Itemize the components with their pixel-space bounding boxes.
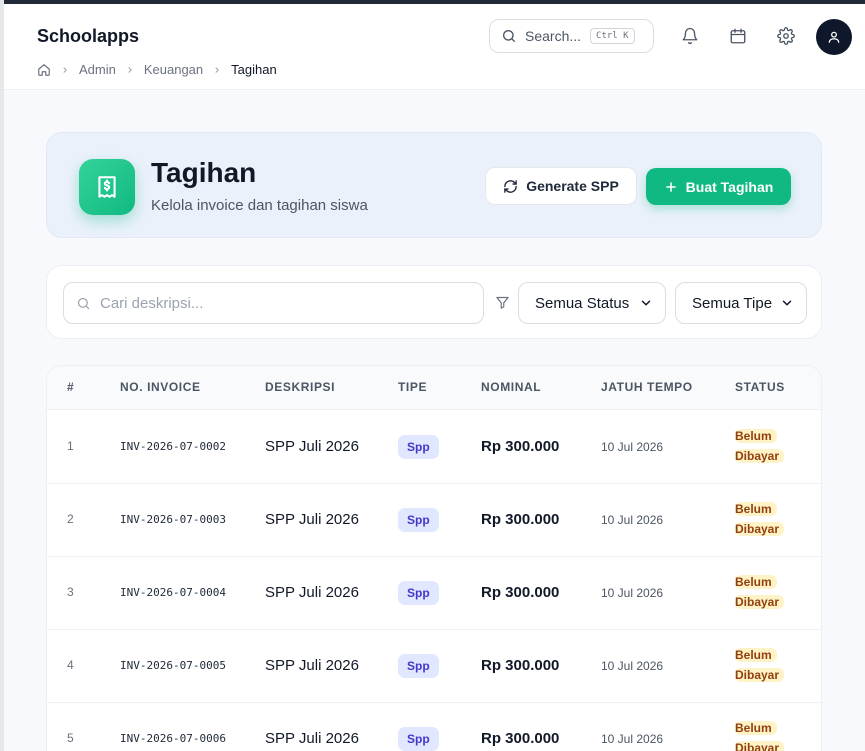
type-filter-select[interactable]: Semua Tipe xyxy=(675,282,807,324)
type-badge: Spp xyxy=(398,508,439,532)
column-header: STATUS xyxy=(735,380,785,394)
table-header: # NO. INVOICE DESKRIPSI TIPE NOMINAL JAT… xyxy=(47,366,821,410)
table-row[interactable]: 2 INV-2026-07-0003 SPP Juli 2026 Spp Rp … xyxy=(47,484,821,557)
search-label: Search... xyxy=(525,28,582,44)
breadcrumb-item-tagihan: Tagihan xyxy=(231,62,277,77)
invoice-icon xyxy=(79,159,135,215)
plus-icon xyxy=(664,180,678,194)
status-badge: Belum Dibayar xyxy=(735,572,805,612)
page-subtitle: Kelola invoice dan tagihan siswa xyxy=(151,197,368,214)
row-number: 4 xyxy=(67,658,74,672)
invoice-amount: Rp 300.000 xyxy=(481,730,560,747)
generate-spp-label: Generate SPP xyxy=(526,178,619,194)
status-badge: Belum Dibayar xyxy=(735,718,805,751)
top-header: Schoolapps Admin Keuangan Tagihan Search… xyxy=(4,4,865,90)
description-search-input[interactable] xyxy=(100,294,460,312)
chevron-right-icon xyxy=(125,65,135,75)
invoice-number: INV-2026-07-0002 xyxy=(120,440,226,453)
page-header-card: Tagihan Kelola invoice dan tagihan siswa… xyxy=(46,132,822,238)
status-badge: Belum Dibayar xyxy=(735,499,805,539)
chevron-down-icon xyxy=(780,296,794,310)
refresh-icon xyxy=(503,179,518,194)
window-left-border xyxy=(0,0,4,751)
table-row[interactable]: 1 INV-2026-07-0002 SPP Juli 2026 Spp Rp … xyxy=(47,411,821,484)
table-row[interactable]: 4 INV-2026-07-0005 SPP Juli 2026 Spp Rp … xyxy=(47,630,821,703)
due-date: 10 Jul 2026 xyxy=(601,440,664,454)
column-header: NO. INVOICE xyxy=(120,380,201,394)
invoice-description: SPP Juli 2026 xyxy=(265,657,359,674)
column-header: JATUH TEMPO xyxy=(601,380,693,394)
row-number: 1 xyxy=(67,439,74,453)
filter-bar: Semua Status Semua Tipe xyxy=(46,265,822,339)
status-badge-label: Belum Dibayar xyxy=(735,721,785,751)
status-badge: Belum Dibayar xyxy=(735,645,805,685)
page-title: Tagihan xyxy=(151,157,257,188)
invoice-amount: Rp 300.000 xyxy=(481,511,560,528)
filter-icon xyxy=(495,295,510,315)
status-badge-label: Belum Dibayar xyxy=(735,575,785,609)
search-icon xyxy=(501,28,517,44)
calendar-icon[interactable] xyxy=(727,25,749,47)
due-date: 10 Jul 2026 xyxy=(601,513,664,527)
generate-spp-button[interactable]: Generate SPP xyxy=(485,167,637,205)
status-filter-select[interactable]: Semua Status xyxy=(518,282,666,324)
description-search-field[interactable] xyxy=(63,282,484,324)
invoice-description: SPP Juli 2026 xyxy=(265,584,359,601)
column-header: TIPE xyxy=(398,380,428,394)
type-badge: Spp xyxy=(398,435,439,459)
gear-icon[interactable] xyxy=(775,25,797,47)
type-badge: Spp xyxy=(398,581,439,605)
type-filter-value: Semua Tipe xyxy=(692,294,773,312)
table-row[interactable]: 3 INV-2026-07-0004 SPP Juli 2026 Spp Rp … xyxy=(47,557,821,630)
bell-icon[interactable] xyxy=(679,25,701,47)
invoice-table: # NO. INVOICE DESKRIPSI TIPE NOMINAL JAT… xyxy=(46,365,822,751)
search-icon xyxy=(76,296,91,311)
user-icon xyxy=(827,30,841,44)
invoice-description: SPP Juli 2026 xyxy=(265,438,359,455)
status-filter-value: Semua Status xyxy=(535,294,630,312)
status-badge-label: Belum Dibayar xyxy=(735,648,785,682)
global-search-button[interactable]: Search... Ctrl K xyxy=(489,19,654,53)
row-number: 2 xyxy=(67,512,74,526)
invoice-description: SPP Juli 2026 xyxy=(265,511,359,528)
create-invoice-label: Buat Tagihan xyxy=(685,178,774,195)
breadcrumb-item-keuangan[interactable]: Keuangan xyxy=(144,62,203,77)
due-date: 10 Jul 2026 xyxy=(601,732,664,746)
invoice-number: INV-2026-07-0005 xyxy=(120,659,226,672)
column-header: DESKRIPSI xyxy=(265,380,336,394)
table-row[interactable]: 5 INV-2026-07-0006 SPP Juli 2026 Spp Rp … xyxy=(47,703,821,751)
app-title: Schoolapps xyxy=(37,26,140,46)
status-badge: Belum Dibayar xyxy=(735,426,805,466)
invoice-number: INV-2026-07-0003 xyxy=(120,513,226,526)
column-header: # xyxy=(67,380,75,394)
breadcrumb: Admin Keuangan Tagihan xyxy=(37,62,277,77)
breadcrumb-item-admin[interactable]: Admin xyxy=(79,62,116,77)
invoice-number: INV-2026-07-0006 xyxy=(120,732,226,745)
invoice-amount: Rp 300.000 xyxy=(481,657,560,674)
type-badge: Spp xyxy=(398,727,439,751)
row-number: 3 xyxy=(67,585,74,599)
invoice-number: INV-2026-07-0004 xyxy=(120,586,226,599)
due-date: 10 Jul 2026 xyxy=(601,586,664,600)
chevron-down-icon xyxy=(639,296,653,310)
create-invoice-button[interactable]: Buat Tagihan xyxy=(646,168,791,205)
chevron-right-icon xyxy=(60,65,70,75)
chevron-right-icon xyxy=(212,65,222,75)
type-badge: Spp xyxy=(398,654,439,678)
column-header: NOMINAL xyxy=(481,380,542,394)
status-badge-label: Belum Dibayar xyxy=(735,429,785,463)
invoice-amount: Rp 300.000 xyxy=(481,438,560,455)
row-number: 5 xyxy=(67,731,74,745)
home-icon[interactable] xyxy=(37,63,51,77)
due-date: 10 Jul 2026 xyxy=(601,659,664,673)
invoice-amount: Rp 300.000 xyxy=(481,584,560,601)
invoice-description: SPP Juli 2026 xyxy=(265,730,359,747)
status-badge-label: Belum Dibayar xyxy=(735,502,785,536)
search-shortcut: Ctrl K xyxy=(590,28,635,44)
user-avatar-button[interactable] xyxy=(816,19,852,55)
